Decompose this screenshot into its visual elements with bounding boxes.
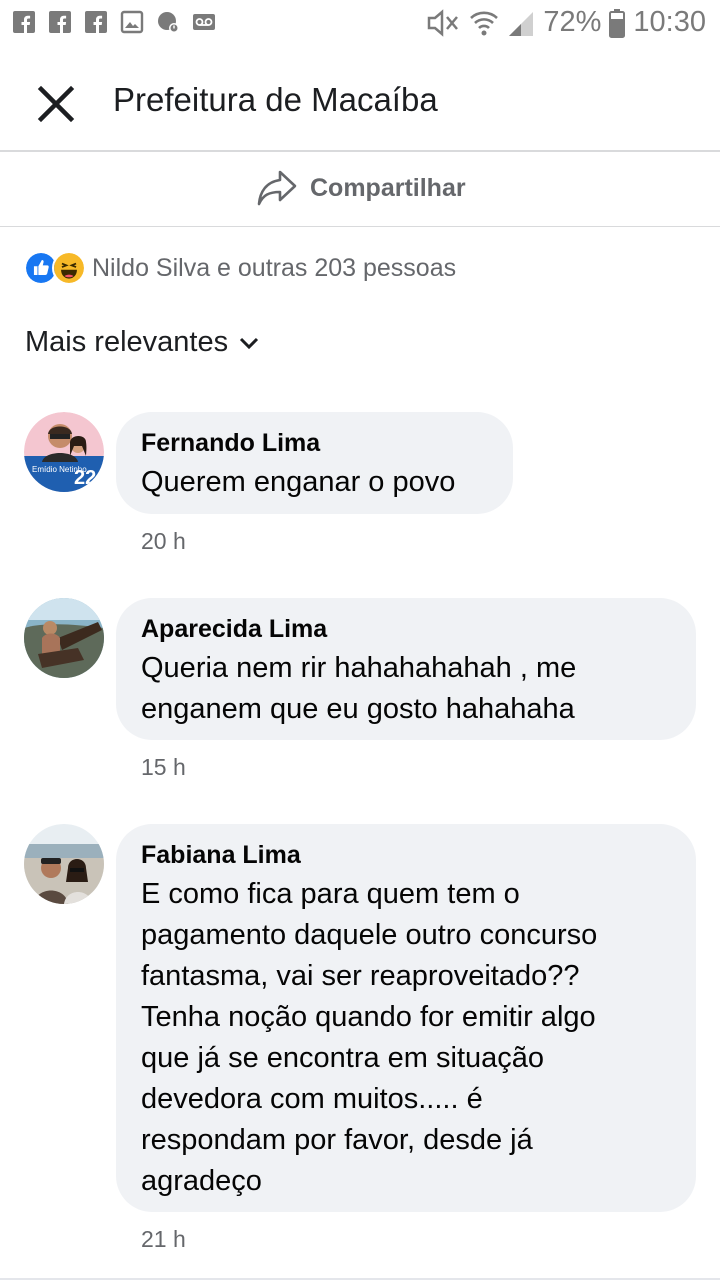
page-header: Prefeitura de Macaíba	[0, 48, 720, 152]
comment-time[interactable]: 15 h	[141, 754, 186, 781]
comment-time[interactable]: 20 h	[141, 528, 186, 555]
avatar[interactable]	[24, 824, 104, 904]
close-button[interactable]	[32, 80, 80, 128]
wifi-icon	[470, 11, 499, 35]
sort-label: Mais relevantes	[25, 326, 229, 358]
reactions-summary[interactable]: Nildo Silva e outras 203 pessoas	[24, 250, 456, 286]
avatar[interactable]	[24, 598, 104, 678]
chevron-down-icon	[240, 337, 259, 349]
page-title: Prefeitura de Macaíba	[113, 81, 438, 118]
share-icon	[257, 170, 297, 206]
comment-time[interactable]: 21 h	[141, 1226, 186, 1253]
facebook-icon	[49, 11, 71, 33]
comment-bubble[interactable]: Fabiana Lima E como fica para quem tem o…	[116, 824, 696, 1212]
notification-icons	[12, 10, 216, 34]
comment-text: E como fica para quem tem o pagamento da…	[141, 878, 598, 1197]
reactions-text: Nildo Silva e outras 203 pessoas	[92, 253, 457, 282]
battery-percent: 72%	[543, 6, 602, 38]
battery-icon	[609, 8, 626, 38]
status-bar: 72% 10:30	[0, 0, 720, 48]
close-icon	[37, 85, 75, 123]
system-status: 72% 10:30	[427, 6, 706, 39]
comment-text: Queria nem rir hahahahahah , me enganem …	[141, 652, 577, 725]
avatar-number: 22	[74, 467, 96, 489]
comment-author[interactable]: Fabiana Lima	[141, 840, 672, 870]
comment-author[interactable]: Fernando Lima	[141, 428, 489, 458]
share-label: Compartilhar	[310, 173, 466, 202]
mute-icon	[428, 8, 459, 37]
comment-author[interactable]: Aparecida Lima	[141, 614, 672, 644]
comment-bubble[interactable]: Fernando Lima Querem enganar o povo	[116, 412, 513, 514]
facebook-icon	[85, 11, 107, 33]
image-icon	[120, 10, 144, 34]
location-icon	[158, 12, 179, 33]
sort-dropdown[interactable]: Mais relevantes	[25, 326, 260, 359]
share-bar: Compartilhar	[0, 152, 720, 227]
comment-text: Querem enganar o povo	[141, 466, 456, 498]
haha-icon	[52, 251, 86, 285]
share-button[interactable]: Compartilhar	[256, 162, 466, 214]
voicemail-icon	[193, 14, 215, 30]
comment-bubble[interactable]: Aparecida Lima Queria nem rir hahahahaha…	[116, 598, 696, 740]
signal-icon	[509, 11, 534, 36]
clock: 10:30	[633, 6, 706, 38]
avatar[interactable]: Emídio Netinho 22	[24, 412, 104, 492]
facebook-icon	[13, 11, 35, 33]
reaction-icons	[24, 251, 86, 285]
